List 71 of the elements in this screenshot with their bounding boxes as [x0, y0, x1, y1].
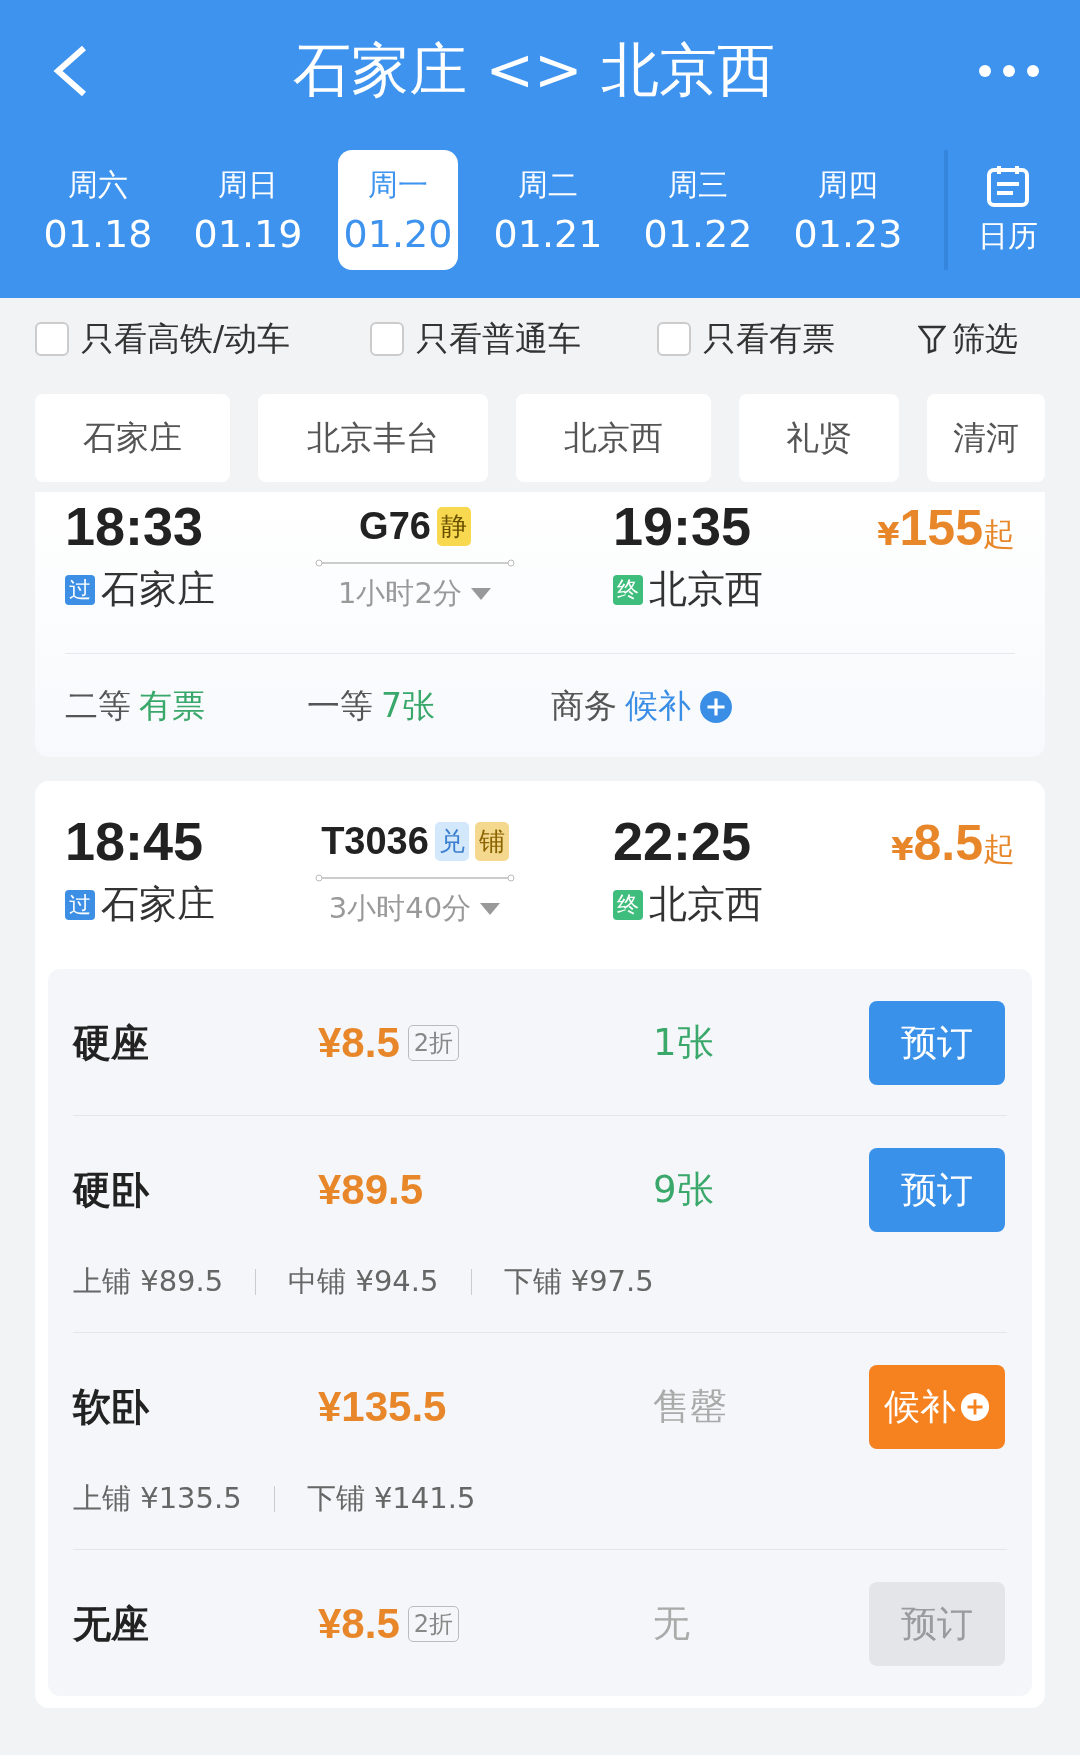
- filter-checkbox[interactable]: 只看有票: [657, 316, 912, 362]
- station-chip[interactable]: 礼贤: [739, 394, 899, 482]
- seat-price: ¥8.5: [318, 1019, 400, 1067]
- filter-button[interactable]: 筛选: [912, 315, 1024, 363]
- seat-summary: 二等 有票: [65, 685, 206, 727]
- date-tab[interactable]: 周三 01.22: [638, 150, 758, 270]
- station-chip[interactable]: 清河: [927, 394, 1045, 482]
- filter-checkbox[interactable]: 只看高铁/动车: [35, 316, 370, 362]
- terminal-tag: 终: [613, 574, 643, 605]
- station-chip[interactable]: 北京西: [516, 394, 711, 482]
- pass-tag: 过: [65, 889, 95, 920]
- seat-summary: 商务 候补: [551, 684, 733, 729]
- train-badge: 静: [436, 506, 471, 546]
- date-tab[interactable]: 周二 01.21: [488, 150, 608, 270]
- filter-checkbox[interactable]: 只看普通车: [370, 316, 657, 362]
- plus-icon: [699, 689, 733, 724]
- seat-class: 硬卧: [73, 1166, 150, 1214]
- seat-class: 无座: [73, 1600, 150, 1648]
- seat-class: 硬座: [73, 1019, 150, 1067]
- ticket-availability: 无: [653, 1601, 691, 1647]
- price: ¥155起: [877, 499, 1015, 558]
- seat-price: ¥135.5: [318, 1383, 447, 1431]
- book-button[interactable]: 预订: [869, 1148, 1005, 1232]
- date-tab[interactable]: 周四 01.23: [788, 150, 908, 270]
- terminal-tag: 终: [613, 889, 643, 920]
- seat-price: ¥8.5: [318, 1600, 400, 1648]
- date-tab[interactable]: 周日 01.19: [188, 150, 308, 270]
- book-button[interactable]: 预订: [869, 1001, 1005, 1085]
- calendar-icon: [986, 163, 1030, 208]
- train-badge: 铺: [474, 821, 509, 861]
- duration-toggle[interactable]: 3小时40分: [328, 889, 502, 929]
- discount-badge: 2折: [407, 1025, 460, 1061]
- berth-price: 下铺 ¥141.5: [306, 1480, 476, 1517]
- train-number: T3036: [321, 819, 429, 863]
- berth-price: 中铺 ¥94.5: [288, 1263, 439, 1300]
- seat-price: ¥89.5: [318, 1166, 424, 1214]
- departure-station: 石家庄: [101, 566, 215, 613]
- berth-price: 下铺 ¥97.5: [503, 1263, 654, 1300]
- departure-time: 18:45: [65, 810, 205, 873]
- ticket-availability: 9张: [653, 1167, 715, 1213]
- caret-icon: [469, 587, 492, 601]
- ticket-availability: 1张: [653, 1020, 715, 1066]
- arrival-time: 19:35: [613, 495, 753, 558]
- pass-tag: 过: [65, 574, 95, 605]
- station-chip[interactable]: 石家庄: [35, 394, 230, 482]
- station-chip[interactable]: 北京丰台: [258, 394, 488, 482]
- arrival-station: 北京西: [649, 566, 763, 613]
- departure-time: 18:33: [65, 495, 205, 558]
- date-tab[interactable]: 周一 01.20: [338, 150, 458, 270]
- filter-icon: [918, 324, 946, 354]
- more-icon[interactable]: [978, 64, 1040, 78]
- plus-icon: [960, 1392, 990, 1422]
- price: ¥8.5起: [891, 814, 1015, 873]
- berth-price: 上铺 ¥135.5: [73, 1480, 242, 1517]
- seat-summary: 一等 7张: [307, 685, 436, 727]
- arrival-time: 22:25: [613, 810, 753, 873]
- arrival-station: 北京西: [649, 881, 763, 928]
- train-badge: 兑: [434, 821, 469, 861]
- duration-toggle[interactable]: 1小时2分: [338, 574, 492, 614]
- calendar-button[interactable]: 日历: [978, 163, 1038, 257]
- waitlist-button[interactable]: 候补: [869, 1365, 1005, 1449]
- seat-class: 软卧: [73, 1383, 150, 1431]
- ticket-availability: 售罄: [653, 1384, 728, 1430]
- train-number: G76: [359, 504, 431, 548]
- caret-icon: [479, 902, 502, 916]
- route-title: 石家庄 <> 北京西: [292, 35, 776, 106]
- discount-badge: 2折: [407, 1606, 460, 1642]
- date-tab[interactable]: 周六 01.18: [38, 150, 158, 270]
- berth-price: 上铺 ¥89.5: [73, 1263, 224, 1300]
- departure-station: 石家庄: [101, 881, 215, 928]
- train-card[interactable]: 18:33 过 石家庄 G76 静 1小时2分 19:35 终 北京西 ¥155起 二等 有票 一等 7张 商务 候补: [35, 492, 1045, 757]
